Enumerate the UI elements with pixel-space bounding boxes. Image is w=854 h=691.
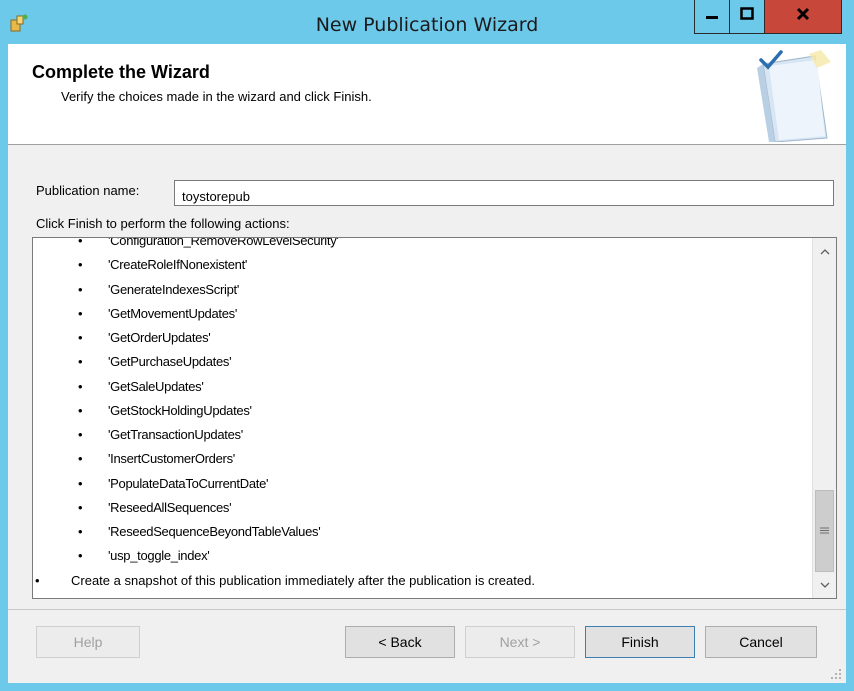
book-checkmark-icon	[743, 50, 833, 143]
bullet-icon: •	[35, 572, 40, 588]
back-button[interactable]: < Back	[345, 626, 455, 658]
action-list-item: • 'usp_toggle_index'	[33, 544, 808, 568]
action-text: 'usp_toggle_index'	[108, 548, 210, 564]
action-list-item: • 'GetMovementUpdates'	[33, 302, 808, 326]
cancel-button[interactable]: Cancel	[705, 626, 817, 658]
action-text: 'Configuration_RemoveRowLevelSecurity'	[108, 237, 339, 248]
minimize-icon	[705, 7, 719, 26]
chevron-down-icon	[820, 576, 830, 594]
action-text: 'GetStockHoldingUpdates'	[108, 402, 252, 418]
bullet-icon: •	[78, 499, 83, 515]
close-button[interactable]	[764, 0, 842, 34]
bullet-icon: •	[78, 281, 83, 297]
action-text: 'CreateRoleIfNonexistent'	[108, 257, 248, 273]
title-bar[interactable]: New Publication Wizard	[0, 0, 854, 44]
action-list-item: • 'CreateRoleIfNonexistent'	[33, 253, 808, 277]
actions-label: Click Finish to perform the following ac…	[36, 216, 290, 231]
wizard-window: New Publication Wizard Complete the Wiza…	[0, 0, 854, 691]
resize-grip-icon[interactable]	[830, 667, 842, 679]
action-text: 'GetTransactionUpdates'	[108, 427, 243, 442]
bullet-icon: •	[78, 524, 83, 539]
action-text: 'GetMovementUpdates'	[108, 305, 238, 321]
action-list-item: • 'GetStockHoldingUpdates'	[33, 399, 808, 423]
action-list-item: • 'GetOrderUpdates'	[33, 326, 808, 350]
action-list-item: • 'GetTransactionUpdates'	[33, 423, 808, 447]
finish-button[interactable]: Finish	[585, 626, 695, 658]
vertical-scrollbar[interactable]	[812, 238, 836, 598]
page-title: Complete the Wizard	[32, 62, 210, 82]
action-list-item: • 'GenerateIndexesScript'	[33, 278, 808, 302]
action-list-item: • 'ReseedSequenceBeyondTableValues'	[33, 520, 808, 544]
footer-divider	[8, 609, 846, 610]
maximize-button[interactable]	[729, 0, 765, 34]
scroll-up-button[interactable]	[813, 240, 836, 262]
bullet-icon: •	[78, 451, 83, 467]
page-subtitle: Verify the choices made in the wizard an…	[61, 89, 372, 104]
action-text: 'GetOrderUpdates'	[108, 330, 211, 345]
action-text: 'PopulateDataToCurrentDate'	[108, 475, 269, 491]
action-text: 'InsertCustomerOrders'	[108, 451, 235, 467]
publication-name-field[interactable]	[174, 180, 834, 206]
chevron-up-icon	[820, 242, 830, 260]
action-text: 'ReseedAllSequences'	[108, 499, 232, 515]
maximize-icon	[740, 7, 754, 26]
action-list-item: • 'InsertCustomerOrders'	[33, 447, 808, 471]
action-text: 'GetSaleUpdates'	[108, 378, 204, 394]
action-text: 'ReseedSequenceBeyondTableValues'	[108, 524, 321, 539]
help-button[interactable]: Help	[36, 626, 140, 658]
action-list-item: • 'GetSaleUpdates'	[33, 375, 808, 399]
minimize-button[interactable]	[694, 0, 730, 34]
next-button[interactable]: Next >	[465, 626, 575, 658]
bullet-icon: •	[78, 427, 83, 442]
action-list-item: • 'GetPurchaseUpdates'	[33, 350, 808, 374]
action-text: 'GetPurchaseUpdates'	[108, 354, 232, 370]
bullet-icon: •	[78, 305, 83, 321]
action-list-item: • 'PopulateDataToCurrentDate'	[33, 472, 808, 496]
action-list-item: • 'ReseedAllSequences'	[33, 496, 808, 520]
wizard-header: Complete the Wizard Verify the choices m…	[8, 44, 846, 145]
bullet-icon: •	[78, 548, 83, 564]
bullet-icon: •	[78, 330, 83, 345]
action-text: 'GenerateIndexesScript'	[108, 281, 240, 297]
action-text: Create a snapshot of this publication im…	[71, 572, 535, 588]
bullet-icon: •	[78, 475, 83, 491]
scroll-thumb[interactable]	[815, 490, 834, 572]
wizard-client-area: Complete the Wizard Verify the choices m…	[8, 44, 846, 683]
actions-summary-box[interactable]: • 'Configuration_RemoveRowLevelSecurity' •…	[32, 237, 837, 599]
scroll-down-button[interactable]	[813, 574, 836, 596]
grip-lines-icon	[820, 522, 829, 540]
actions-list: • 'Configuration_RemoveRowLevelSecurity' •…	[33, 237, 808, 593]
action-list-item: • 'Configuration_RemoveRowLevelSecurity'	[33, 237, 808, 253]
bullet-icon: •	[78, 257, 83, 273]
bullet-icon: •	[78, 237, 83, 248]
action-list-item: • Create a snapshot of this publication i…	[33, 569, 808, 593]
bullet-icon: •	[78, 378, 83, 394]
close-icon	[796, 7, 810, 26]
publication-name-label: Publication name:	[36, 183, 140, 198]
bullet-icon: •	[78, 402, 83, 418]
bullet-icon: •	[78, 354, 83, 370]
